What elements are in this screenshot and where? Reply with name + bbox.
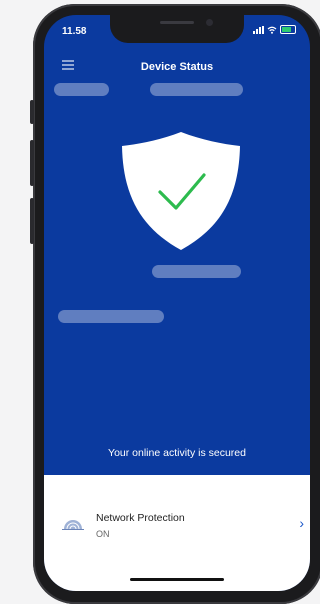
chevron-right-icon[interactable]: › (299, 515, 304, 531)
shield-check-icon (122, 132, 240, 250)
network-icon (62, 520, 84, 530)
page-title: Device Status (140, 61, 214, 73)
wifi-icon (267, 26, 277, 34)
network-protection-label: Network Protection (96, 512, 185, 524)
signal-icon (253, 25, 264, 34)
placeholder-bar (150, 83, 243, 96)
network-protection-status: ON (96, 529, 110, 539)
secured-message: Your online activity is secured (108, 447, 246, 459)
placeholder-bar (152, 265, 241, 278)
network-protection-row[interactable]: Network Protection ON › (44, 475, 310, 591)
notch (110, 15, 244, 43)
status-icons (253, 25, 296, 34)
volume-down-button (30, 198, 34, 244)
speaker-grille (160, 21, 194, 24)
status-time: 11.58 (62, 26, 87, 37)
placeholder-bar (58, 310, 164, 323)
home-indicator[interactable] (130, 578, 224, 581)
phone-screen: 11.58 Device Status Your online activity… (44, 15, 310, 591)
placeholder-bar (54, 83, 109, 96)
front-camera (206, 19, 213, 26)
battery-icon (280, 25, 296, 34)
mute-switch (30, 100, 34, 124)
volume-up-button (30, 140, 34, 186)
